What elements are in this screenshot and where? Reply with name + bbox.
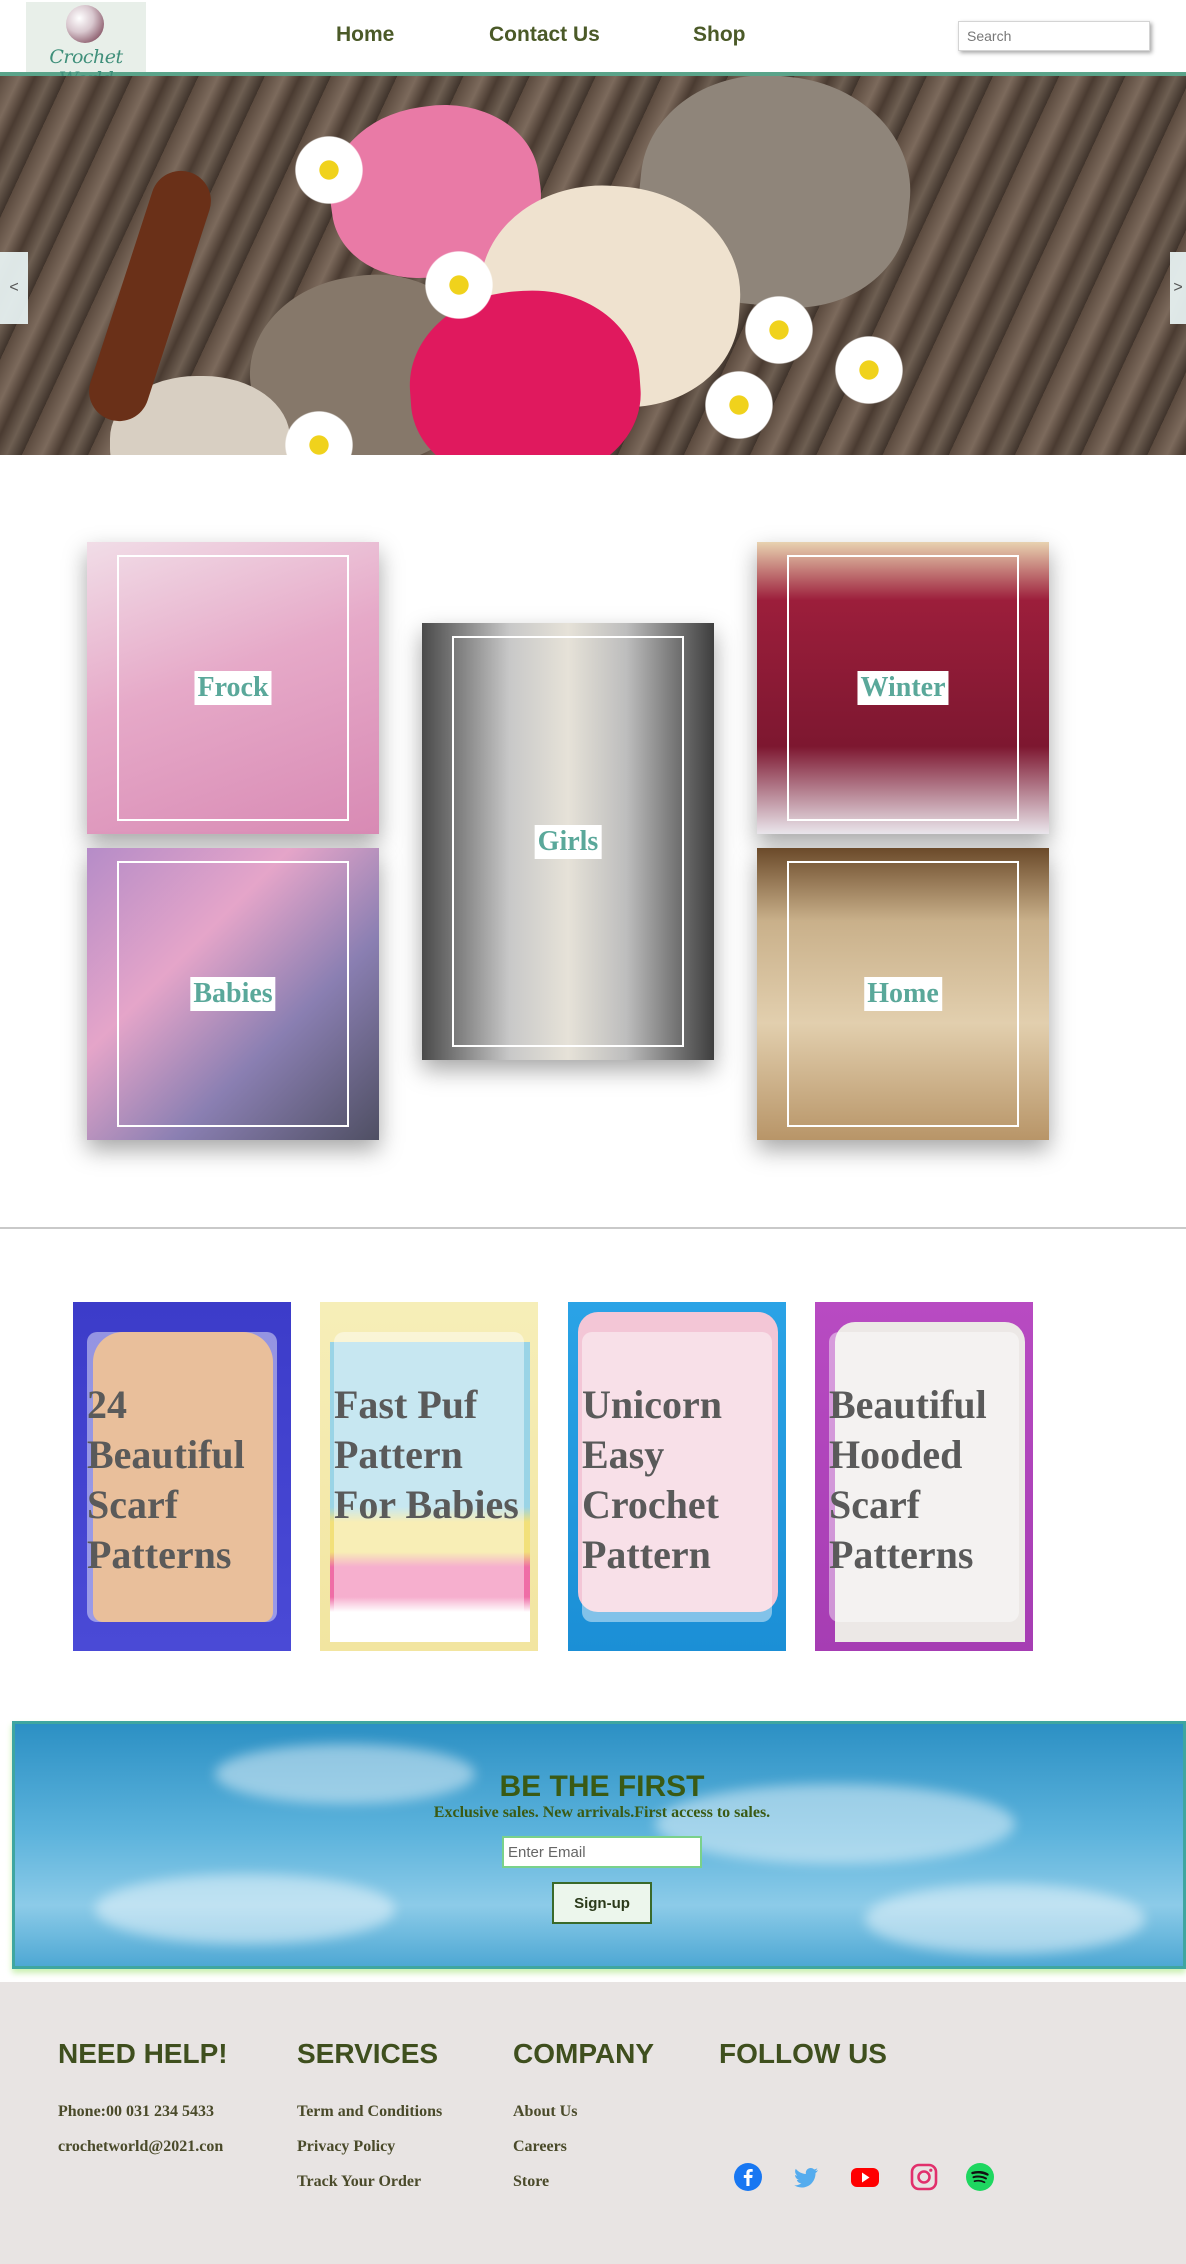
footer-link-about[interactable]: About Us bbox=[513, 2103, 577, 2121]
footer-help-heading: NEED HELP! bbox=[58, 2038, 228, 2069]
yarn-ball-icon bbox=[66, 5, 104, 43]
sign-up-button[interactable]: Sign-up bbox=[552, 1882, 652, 1924]
logo[interactable]: Crochet World bbox=[26, 2, 146, 90]
footer-services-heading: SERVICES bbox=[297, 2038, 439, 2069]
newsletter-section: BE THE FIRST Exclusive sales. New arriva… bbox=[12, 1721, 1186, 1969]
nav-contact-us[interactable]: Contact Us bbox=[489, 23, 600, 47]
spotify-icon[interactable] bbox=[965, 2162, 995, 2192]
search-input[interactable] bbox=[958, 21, 1150, 51]
instagram-icon[interactable] bbox=[909, 2162, 939, 2192]
cloud bbox=[95, 1874, 395, 1944]
carousel-next-button[interactable]: > bbox=[1170, 252, 1186, 324]
nav-shop[interactable]: Shop bbox=[693, 23, 746, 47]
footer-email[interactable]: crochetworld@2021.con bbox=[58, 2138, 223, 2156]
nav-home[interactable]: Home bbox=[336, 23, 394, 47]
pattern-title: 24 Beautiful Scarf Patterns bbox=[87, 1382, 245, 1577]
pattern-title: Unicorn Easy Crochet Pattern bbox=[582, 1382, 722, 1577]
daisy-flower bbox=[740, 291, 818, 369]
category-label: Frock bbox=[194, 671, 272, 705]
newsletter-subtitle: Exclusive sales. New arrivals.First acce… bbox=[433, 1804, 771, 1821]
pattern-card[interactable]: Unicorn Easy Crochet Pattern bbox=[568, 1302, 786, 1651]
daisy-flower bbox=[830, 331, 908, 409]
youtube-icon[interactable] bbox=[850, 2162, 880, 2192]
pattern-card[interactable]: Fast Puf Pattern For Babies bbox=[320, 1302, 538, 1651]
daisy-flower bbox=[420, 246, 498, 324]
carousel-prev-button[interactable]: < bbox=[0, 252, 28, 324]
footer-link-careers[interactable]: Careers bbox=[513, 2138, 567, 2156]
pattern-title: Beautiful Hooded Scarf Patterns bbox=[829, 1382, 987, 1577]
newsletter-title: BE THE FIRST bbox=[499, 1770, 705, 1803]
category-card-girls[interactable]: Girls bbox=[422, 623, 714, 1060]
email-field[interactable] bbox=[502, 1836, 702, 1868]
daisy-flower bbox=[290, 131, 368, 209]
footer-follow-heading: FOLLOW US bbox=[719, 2038, 887, 2069]
hero-banner bbox=[0, 76, 1186, 455]
footer-link-privacy[interactable]: Privacy Policy bbox=[297, 2138, 395, 2156]
footer-link-store[interactable]: Store bbox=[513, 2173, 549, 2191]
facebook-icon[interactable] bbox=[733, 2162, 763, 2192]
footer-link-track-order[interactable]: Track Your Order bbox=[297, 2173, 421, 2191]
daisy-flower bbox=[700, 366, 778, 444]
site-footer: NEED HELP! Phone:00 031 234 5433 crochet… bbox=[0, 1982, 1186, 2264]
category-label: Winter bbox=[857, 671, 949, 705]
category-card-babies[interactable]: Babies bbox=[87, 848, 379, 1140]
category-card-frock[interactable]: Frock bbox=[87, 542, 379, 834]
site-header: Crochet World Home Contact Us Shop bbox=[0, 0, 1186, 90]
pattern-card[interactable]: Beautiful Hooded Scarf Patterns bbox=[815, 1302, 1033, 1651]
footer-link-terms[interactable]: Term and Conditions bbox=[297, 2103, 442, 2121]
twitter-icon[interactable] bbox=[791, 2162, 821, 2192]
cloud bbox=[865, 1884, 1145, 1954]
category-label: Girls bbox=[534, 824, 602, 859]
category-card-winter[interactable]: Winter bbox=[757, 542, 1049, 834]
footer-phone: Phone:00 031 234 5433 bbox=[58, 2103, 214, 2120]
category-label: Home bbox=[864, 977, 942, 1011]
pattern-card[interactable]: 24 Beautiful Scarf Patterns bbox=[73, 1302, 291, 1651]
pattern-title: Fast Puf Pattern For Babies bbox=[334, 1382, 519, 1527]
section-divider bbox=[0, 1227, 1186, 1229]
category-card-home[interactable]: Home bbox=[757, 848, 1049, 1140]
category-label: Babies bbox=[190, 977, 276, 1011]
footer-company-heading: COMPANY bbox=[513, 2038, 655, 2069]
